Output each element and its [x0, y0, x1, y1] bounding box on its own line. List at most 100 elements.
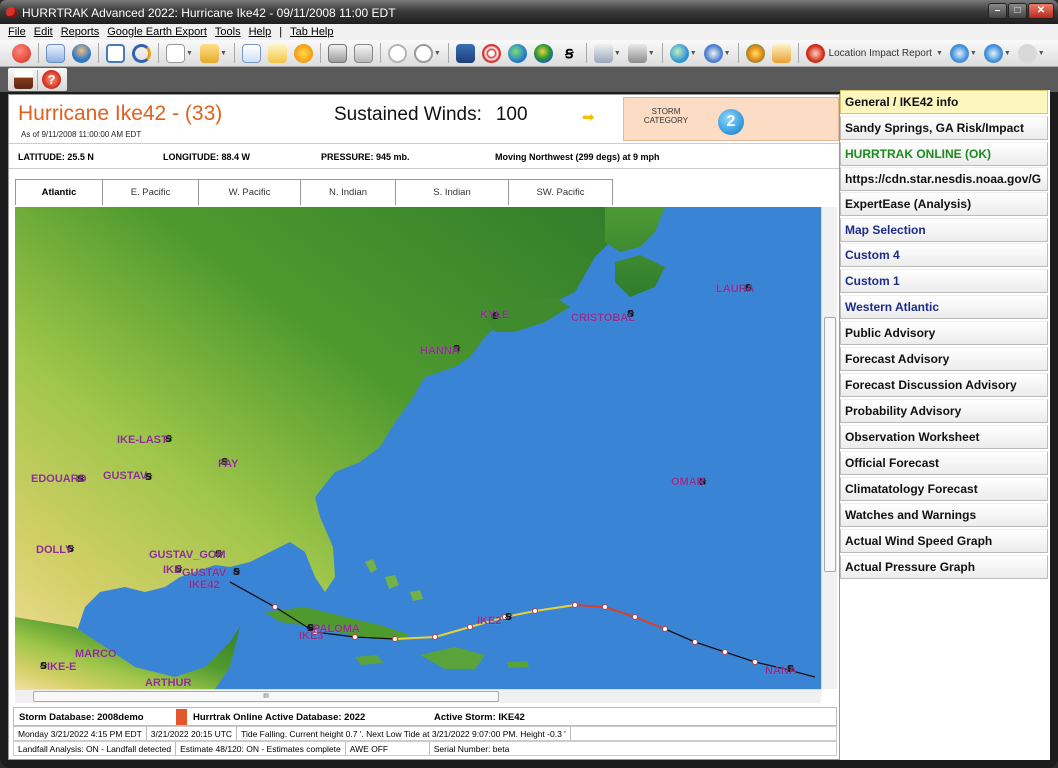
- user-icon[interactable]: [72, 43, 91, 63]
- sun-icon[interactable]: [293, 43, 313, 63]
- panel-western-atlantic[interactable]: Western Atlantic: [840, 295, 1048, 319]
- wind-icon[interactable]: [627, 43, 647, 63]
- storm-label-ike-e[interactable]: IKE-E: [47, 661, 76, 673]
- panel-map-selection[interactable]: Map Selection: [840, 218, 1048, 242]
- tab-s-indian[interactable]: S. Indian: [395, 179, 509, 205]
- impact-icon[interactable]: [745, 43, 765, 63]
- map-vertical-scrollbar[interactable]: [821, 207, 837, 689]
- storm-label-gustav-gom[interactable]: GUSTAV_GOM: [149, 549, 226, 561]
- satellite-icon[interactable]: [703, 43, 723, 63]
- map-icon[interactable]: [455, 43, 475, 63]
- window-icon[interactable]: [106, 43, 125, 63]
- storm-label-omar[interactable]: OMAR: [671, 476, 705, 488]
- menu-tab-help[interactable]: Tab Help: [290, 26, 333, 38]
- panel-probability-advisory[interactable]: Probability Advisory: [840, 399, 1048, 423]
- help-info-icon[interactable]: [983, 43, 1003, 63]
- rain-icon[interactable]: [593, 43, 613, 63]
- menu-file[interactable]: File: [8, 26, 26, 38]
- print-preview-icon[interactable]: [353, 43, 373, 63]
- storm-label-gustav[interactable]: GUSTAV: [103, 470, 147, 482]
- panel-custom-1[interactable]: Custom 1: [840, 269, 1048, 293]
- report-icon[interactable]: [241, 43, 261, 63]
- menu-tools[interactable]: Tools: [215, 26, 241, 38]
- tab-sw-pacific[interactable]: SW. Pacific: [508, 179, 613, 205]
- storm-label-dolly[interactable]: DOLLY: [36, 544, 72, 556]
- panel-custom-4[interactable]: Custom 4: [840, 243, 1048, 267]
- panel-risk-impact[interactable]: Sandy Springs, GA Risk/Impact: [840, 116, 1048, 140]
- tab-e-pacific[interactable]: E. Pacific: [102, 179, 199, 205]
- panel-noaa-url[interactable]: https://cdn.star.nesdis.noaa.gov/G: [840, 167, 1048, 191]
- svg-text:ꞩ: ꞩ: [232, 564, 241, 578]
- storm-label-ike-last[interactable]: IKE-LAST: [117, 434, 168, 446]
- panel-forecast-discussion[interactable]: Forecast Discussion Advisory: [840, 373, 1048, 397]
- internet-icon[interactable]: [669, 43, 689, 63]
- storm-label-laura[interactable]: LAURA: [716, 283, 755, 295]
- motion-value: Moving Northwest (299 degs) at 9 mph: [495, 152, 660, 162]
- help-globe-icon[interactable]: [949, 43, 969, 63]
- minimize-button[interactable]: –: [988, 3, 1007, 19]
- panel-public-advisory[interactable]: Public Advisory: [840, 321, 1048, 345]
- storm-label-nana[interactable]: NANA: [765, 665, 797, 677]
- map-horizontal-scrollbar[interactable]: III: [15, 689, 821, 703]
- panel-watches-warnings[interactable]: Watches and Warnings: [840, 503, 1048, 527]
- storm-map[interactable]: ꞩꞩꞩꞩꞩꞩꞩꞩꞩꞩꞩꞩꞩꞩꞩꞩꞩ LAURA KYLE CRISTOBAL H…: [15, 207, 821, 689]
- clock-icon[interactable]: [387, 43, 407, 63]
- storm-label-marco[interactable]: MARCO: [75, 648, 117, 660]
- estimate-status: Estimate 48/120: ON - Estimates complete: [176, 742, 346, 755]
- panel-wind-speed-graph[interactable]: Actual Wind Speed Graph: [840, 529, 1048, 553]
- target-icon[interactable]: [481, 43, 501, 63]
- storm-label-ike42[interactable]: IKE42: [189, 579, 220, 591]
- earth-icon[interactable]: [533, 43, 553, 63]
- horizontal-scroll-thumb[interactable]: III: [33, 691, 499, 702]
- landfall-status: Landfall Analysis: ON - Landfall detecte…: [14, 742, 177, 755]
- right-panel: General / IKE42 info Sandy Springs, GA R…: [840, 90, 1050, 760]
- menu-google-earth-export[interactable]: Google Earth Export: [107, 26, 207, 38]
- open-folder-icon[interactable]: [199, 43, 219, 63]
- storm-label-gustav-2[interactable]: GUSTAV: [182, 567, 226, 579]
- storm-label-cristobal[interactable]: CRISTOBAL: [571, 312, 635, 324]
- panel-expertease[interactable]: ExpertEase (Analysis): [840, 192, 1048, 216]
- close-window-button[interactable]: ✕: [1028, 3, 1054, 19]
- tab-n-indian[interactable]: N. Indian: [300, 179, 396, 205]
- print-icon[interactable]: [327, 43, 347, 63]
- storm-label-edouard[interactable]: EDOUARD: [31, 473, 87, 485]
- panel-forecast-advisory[interactable]: Forecast Advisory: [840, 347, 1048, 371]
- storm-select-icon[interactable]: [46, 43, 65, 63]
- tab-atlantic[interactable]: Atlantic: [15, 179, 103, 205]
- maximize-button[interactable]: □: [1008, 3, 1027, 19]
- vertical-scroll-thumb[interactable]: [824, 317, 836, 572]
- time-tide-status-bar: Monday 3/21/2022 4:15 PM EDT 3/21/2022 2…: [13, 726, 837, 741]
- panel-hurrtrak-online[interactable]: HURRTRAK ONLINE (OK): [840, 142, 1048, 166]
- email-icon[interactable]: [267, 43, 287, 63]
- storm-label-fay[interactable]: FAY: [218, 458, 238, 470]
- storm-label-hanna[interactable]: HANNA: [420, 345, 460, 357]
- menu-bar: File Edit Reports Google Earth Export To…: [0, 24, 1058, 40]
- refresh-icon[interactable]: [132, 43, 151, 63]
- ship-icon[interactable]: [14, 70, 33, 89]
- timer-icon[interactable]: [413, 43, 433, 63]
- menu-help[interactable]: Help: [249, 26, 272, 38]
- panel-official-forecast[interactable]: Official Forecast: [840, 451, 1048, 475]
- panel-observation-worksheet[interactable]: Observation Worksheet: [840, 425, 1048, 449]
- hurricane-symbol-icon[interactable]: ꞩ: [560, 44, 579, 63]
- tab-w-pacific[interactable]: W. Pacific: [198, 179, 301, 205]
- report-export-icon[interactable]: [771, 43, 791, 63]
- storm-label-ike3[interactable]: IKE3: [299, 630, 323, 642]
- storm-label-ike[interactable]: IKE: [163, 564, 181, 576]
- menu-edit[interactable]: Edit: [34, 26, 53, 38]
- new-document-icon[interactable]: [166, 43, 185, 63]
- help-icon[interactable]: ?: [42, 70, 61, 89]
- menu-reports[interactable]: Reports: [61, 26, 100, 38]
- panel-general-info[interactable]: General / IKE42 info: [840, 90, 1048, 114]
- map-canvas[interactable]: ꞩꞩ ꞩꞩꞩꞩꞩ ꞩ ꞩꞩ ꞩꞩ ꞩꞩꞩꞩꞩ: [15, 207, 821, 689]
- panel-pressure-graph[interactable]: Actual Pressure Graph: [840, 555, 1048, 579]
- storm-position-row: LATITUDE: 25.5 N LONGITUDE: 88.4 W PRESS…: [9, 143, 839, 169]
- globe-icon[interactable]: [507, 43, 527, 63]
- location-impact-report-button[interactable]: Location Impact Report ▼: [805, 43, 943, 63]
- storm-label-ike2[interactable]: IKE2: [477, 615, 501, 627]
- storm-label-kyle[interactable]: KYLE: [480, 309, 509, 321]
- storm-label-arthur[interactable]: ARTHUR: [145, 677, 191, 689]
- panel-climatology-forecast[interactable]: Climatatology Forecast: [840, 477, 1048, 501]
- stop-icon[interactable]: [12, 43, 31, 63]
- storm-database-status: Storm Database: 2008demo: [19, 712, 144, 723]
